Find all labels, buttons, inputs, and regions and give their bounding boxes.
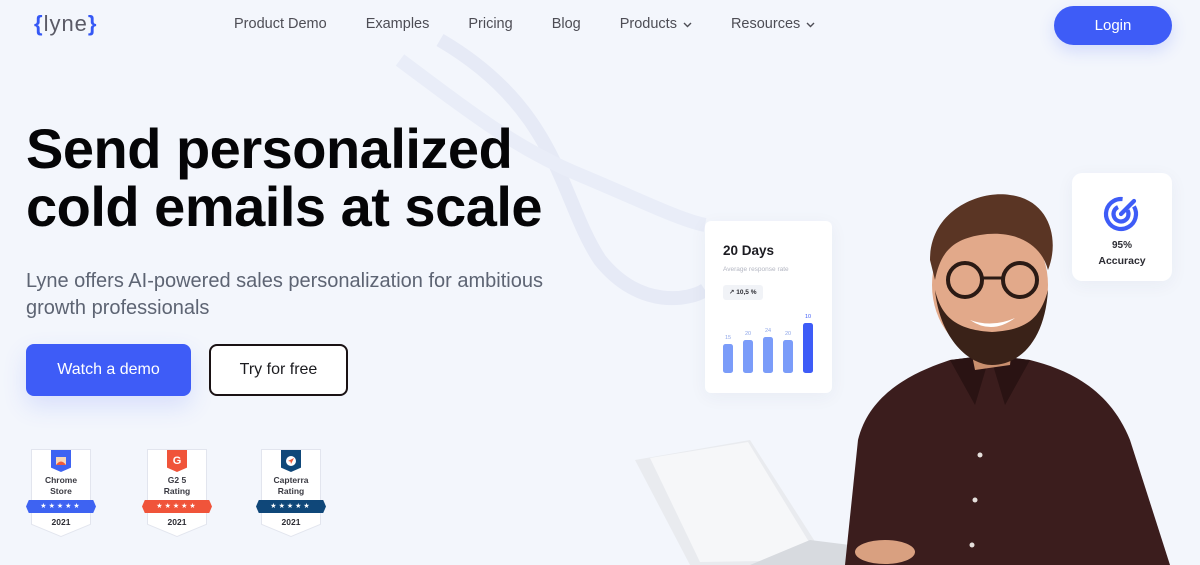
nav-link-label: Pricing xyxy=(468,16,513,32)
chart-bar-label: 20 xyxy=(745,331,751,337)
nav-link-label: Product Demo xyxy=(234,16,327,32)
nav-link-blog[interactable]: Blog xyxy=(552,16,581,32)
chart-bar-label: 10 xyxy=(805,314,811,320)
accuracy-card: 95% Accuracy xyxy=(1072,173,1172,281)
hero-title: Send personalized cold emails at scale xyxy=(26,117,543,238)
badge-stars: ★★★★★ xyxy=(26,500,96,513)
hero-subtitle: Lyne offers AI-powered sales personaliza… xyxy=(26,270,543,319)
nav-links: Product Demo Examples Pricing Blog Produ… xyxy=(234,16,854,32)
nav-link-pricing[interactable]: Pricing xyxy=(468,16,512,32)
badge-stars: ★★★★★ xyxy=(142,500,212,513)
nav-link-label: Examples xyxy=(365,16,430,32)
badge-year: 2021 xyxy=(281,517,301,527)
chart-bar-label: 20 xyxy=(785,331,791,337)
login-button[interactable]: Login xyxy=(1054,6,1172,45)
nav-link-product-demo[interactable]: Product Demo xyxy=(234,16,327,32)
logo-brace-close: } xyxy=(87,11,98,36)
chart-bar-label: 24 xyxy=(765,328,771,334)
badge-year: 2021 xyxy=(167,517,187,527)
badge-text: G2 5 Rating xyxy=(163,475,191,496)
chevron-down-icon xyxy=(683,22,692,28)
accuracy-value: 95% xyxy=(1111,240,1132,251)
badge-stars: ★★★★★ xyxy=(256,500,326,513)
logo-brace-open: { xyxy=(34,11,44,36)
nav-link-examples[interactable]: Examples xyxy=(366,16,430,32)
chart-bar xyxy=(743,340,753,373)
chart-bar xyxy=(783,340,793,373)
chart-bar xyxy=(763,337,773,373)
response-rate-card: 20 Days Average response rate ↗ 10,5 % 1… xyxy=(705,221,832,393)
chevron-down-icon xyxy=(806,22,815,28)
chart-bar-label: 15 xyxy=(725,335,731,341)
nav-link-label: Products xyxy=(619,16,677,32)
badge-text: Capterra Rating xyxy=(273,475,309,496)
top-navigation: {lyne} Product Demo Examples Pricing Blo… xyxy=(0,0,1200,50)
target-icon xyxy=(1103,196,1139,232)
nav-link-label: Resources xyxy=(730,16,801,32)
chart-bar xyxy=(723,344,733,373)
nav-dropdown-resources[interactable]: Resources xyxy=(731,16,815,32)
g2-icon: G xyxy=(167,450,187,472)
lyne-logo[interactable]: {lyne} xyxy=(34,11,97,37)
try-for-free-button[interactable]: Try for free xyxy=(209,344,348,396)
badge-g2-rating: G G2 5 Rating ★★★★★ 2021 xyxy=(142,449,212,538)
mini-bar-chart: 15 20 24 20 10 xyxy=(723,314,813,373)
accuracy-label: Accuracy xyxy=(1098,255,1146,267)
capterra-icon xyxy=(281,450,301,472)
badge-capterra-rating: Capterra Rating ★★★★★ 2021 xyxy=(256,449,326,538)
hero-title-line-1: Send personalized xyxy=(26,117,513,180)
chart-bar xyxy=(803,323,813,373)
nav-dropdown-products[interactable]: Products xyxy=(620,16,692,32)
watch-demo-button[interactable]: Watch a demo xyxy=(26,344,191,396)
logo-text: lyne xyxy=(43,11,88,36)
badge-chrome-store: Chrome Store ★★★★★ 2021 xyxy=(26,449,96,538)
hero-title-line-2: cold emails at scale xyxy=(26,175,543,238)
badge-year: 2021 xyxy=(51,517,71,527)
chrome-store-icon xyxy=(51,450,71,472)
badge-text: Chrome Store xyxy=(44,475,78,496)
nav-link-label: Blog xyxy=(551,16,581,32)
